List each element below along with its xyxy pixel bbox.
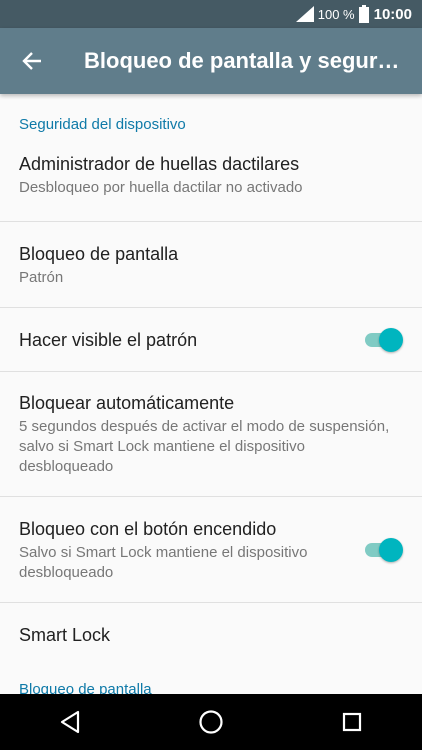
fingerprint-manager-item[interactable]: Administrador de huellas dactilares Desb… [0,143,422,222]
auto-lock-item[interactable]: Bloquear automáticamente 5 segundos desp… [0,372,422,497]
home-circle-icon [199,710,223,734]
signal-icon [295,6,314,22]
item-summary: Desbloqueo por huella dactilar no activa… [19,179,303,196]
app-bar: Bloqueo de pantalla y segur… [0,28,422,94]
make-pattern-visible-item[interactable]: Hacer visible el patrón [0,308,422,372]
item-title: Bloqueo con el botón encendido [19,518,277,539]
toggle-thumb [379,327,403,352]
clock: 10:00 [373,5,412,23]
item-title: Bloqueo de pantalla [19,243,179,264]
recents-square-icon [342,712,361,732]
navigation-bar [0,694,422,750]
settings-list: Seguridad del dispositivo Administrador … [0,94,422,694]
item-title: Smart Lock [19,625,111,645]
screen-lock-item[interactable]: Bloqueo de pantalla Patrón [0,222,422,308]
item-title: Bloquear automáticamente [19,393,235,413]
nav-home-button[interactable] [171,694,251,750]
battery-percent: 100 % [317,6,355,22]
smart-lock-item[interactable]: Smart Lock [0,603,422,667]
nav-recents-button[interactable] [312,694,392,750]
status-bar: 100 % 10:00 [0,0,422,28]
nav-back-button[interactable] [30,694,110,750]
back-button[interactable] [0,28,64,94]
section-header-device-security: Seguridad del dispositivo [19,116,186,133]
page-title: Bloqueo de pantalla y segur… [84,48,400,73]
item-summary: 5 segundos después de activar el modo de… [19,418,390,475]
battery-icon [358,5,369,23]
item-summary: Salvo si Smart Lock mantiene el disposit… [19,543,308,581]
toggle-thumb [379,537,403,562]
back-triangle-icon [61,710,80,734]
item-summary: Patrón [19,268,64,286]
item-title: Administrador de huellas dactilares [19,154,300,174]
arrow-left-icon [22,52,41,70]
item-title: Hacer visible el patrón [19,329,198,350]
make-pattern-visible-toggle[interactable] [363,327,403,352]
screen: 100 % 10:00 Bloqueo de pantalla y segur…… [0,0,422,750]
power-button-lock-toggle[interactable] [363,537,403,562]
section-header-screen-lock: Bloqueo de pantalla [19,681,152,694]
power-button-lock-item[interactable]: Bloqueo con el botón encendido Salvo si … [0,497,422,603]
